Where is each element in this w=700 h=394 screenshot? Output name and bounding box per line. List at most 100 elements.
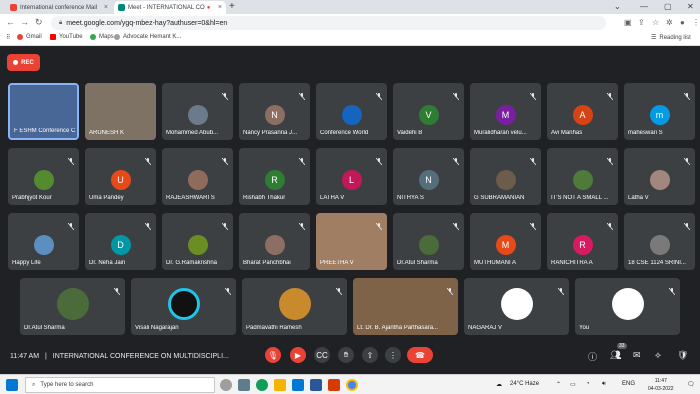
- profile-avatar[interactable]: ●: [680, 18, 685, 27]
- participant-tile[interactable]: N Nancy Prasanna J...: [239, 83, 310, 140]
- participant-tile[interactable]: M MUTHUMANI A: [470, 213, 541, 270]
- edge-icon[interactable]: [256, 379, 268, 391]
- menu-icon[interactable]: ⋮: [692, 18, 700, 27]
- mic-muted-icon: [446, 282, 454, 296]
- participant-tile[interactable]: Lt. Dr. B. Ajantha Parthasara...: [353, 278, 458, 335]
- star-icon[interactable]: ☆: [652, 18, 659, 27]
- participant-tile[interactable]: PREETHA V: [316, 213, 387, 270]
- volume-icon[interactable]: 🔊︎: [602, 381, 606, 388]
- camera-off-button[interactable]: ▶: [290, 347, 306, 363]
- tab-meet[interactable]: Meet - INTERNATIONAL CO ● ×: [114, 1, 226, 14]
- weather-icon[interactable]: ☁: [496, 381, 502, 388]
- participant-tile[interactable]: Bharat Panchbhai: [239, 213, 310, 270]
- new-tab-button[interactable]: +: [229, 2, 235, 12]
- tab-search-icon[interactable]: ⌄: [614, 2, 621, 11]
- participant-tile[interactable]: 18 CSE 1124 SRINI...: [624, 213, 695, 270]
- participant-tile[interactable]: G SUBRAMANIAN: [470, 148, 541, 205]
- task-view-icon[interactable]: [238, 379, 250, 391]
- participant-tile[interactable]: NAGARAJ V: [464, 278, 569, 335]
- meeting-details-icon[interactable]: ⓘ: [588, 350, 597, 363]
- participant-tile[interactable]: Dr. G.Ramakrishna: [162, 213, 233, 270]
- taskbar-search-box[interactable]: ⌕ Type here to search: [25, 377, 215, 393]
- file-explorer-icon[interactable]: [274, 379, 286, 391]
- participant-tile[interactable]: A Avi Manhas: [547, 83, 618, 140]
- leave-call-button[interactable]: ☎: [407, 347, 433, 363]
- participant-tile[interactable]: L LATHA V: [316, 148, 387, 205]
- participant-name: Prabhjyot Kour: [12, 195, 52, 201]
- back-icon[interactable]: ←: [6, 17, 15, 27]
- captions-button[interactable]: CC: [314, 347, 330, 363]
- participant-tile[interactable]: V Vaidehi B: [393, 83, 464, 140]
- participant-tile[interactable]: R Rishabh Thakur: [239, 148, 310, 205]
- reading-list[interactable]: ☰ Reading list: [651, 34, 691, 42]
- weather-text[interactable]: 24°C Haze: [510, 381, 539, 387]
- people-icon[interactable]: 👥︎: [610, 350, 621, 361]
- participant-name: Conference World: [320, 130, 369, 136]
- participant-tile[interactable]: Visali Nagarajan: [131, 278, 236, 335]
- avatar-photo: [56, 288, 89, 320]
- host-controls-icon[interactable]: 🛡︎: [677, 350, 688, 361]
- separator: |: [45, 353, 47, 360]
- activities-icon[interactable]: ⟡: [655, 350, 661, 361]
- close-window-button[interactable]: ✕: [687, 2, 694, 11]
- share-icon[interactable]: ⇪: [638, 18, 645, 27]
- participant-tile[interactable]: RAJEASHWARI S: [162, 148, 233, 205]
- participant-tile[interactable]: N NITHYA S: [393, 148, 464, 205]
- participant-tile[interactable]: Dr.Atul Sharma: [393, 213, 464, 270]
- participant-tile[interactable]: R RANICHITRA A: [547, 213, 618, 270]
- participant-tile[interactable]: F ESHM Conference C: [8, 83, 79, 140]
- participant-tile[interactable]: Happy Life: [8, 213, 79, 270]
- participant-tile[interactable]: D Dr. Neha Jain: [85, 213, 156, 270]
- word-icon[interactable]: [310, 379, 322, 391]
- camera-indicator-icon[interactable]: ▣: [624, 18, 632, 27]
- participant-tile[interactable]: U Uma Pandey: [85, 148, 156, 205]
- participant-tile[interactable]: Conference World: [316, 83, 387, 140]
- address-bar[interactable]: 🔒︎ meet.google.com/ygq-mbez-hay?authuser…: [51, 16, 606, 30]
- participant-tile[interactable]: ARUNESH K: [85, 83, 156, 140]
- participant-tile[interactable]: IT'S NOT A SMALL ...: [547, 148, 618, 205]
- present-button[interactable]: ⇧: [362, 347, 378, 363]
- bookmark-gmail[interactable]: Gmail: [17, 34, 42, 40]
- tab-mail[interactable]: International conference Mail ×: [6, 1, 112, 14]
- apps-icon[interactable]: ⠿: [6, 34, 10, 41]
- bookmark-youtube[interactable]: YouTube: [50, 34, 83, 40]
- reload-icon[interactable]: ↻: [35, 17, 43, 28]
- forward-icon[interactable]: →: [20, 17, 29, 27]
- participant-tile[interactable]: M Muralidharan velu...: [470, 83, 541, 140]
- maximize-button[interactable]: ▢: [664, 2, 672, 11]
- participant-tile[interactable]: Prabhjyot Kour: [8, 148, 79, 205]
- participant-tile[interactable]: You: [575, 278, 680, 335]
- language-indicator[interactable]: ENG: [622, 381, 635, 387]
- close-tab-icon[interactable]: ×: [218, 4, 222, 11]
- chat-icon[interactable]: ✉: [633, 350, 641, 361]
- participant-tile[interactable]: Padmavathi Ramesh: [242, 278, 347, 335]
- participant-tile[interactable]: m maheswari S: [624, 83, 695, 140]
- store-icon[interactable]: [292, 379, 304, 391]
- avatar-photo: [611, 288, 644, 320]
- mic-off-button[interactable]: 🎙︎: [265, 347, 281, 363]
- raise-hand-button[interactable]: ✋︎: [338, 347, 354, 363]
- participant-tile[interactable]: Latha V: [624, 148, 695, 205]
- minimize-button[interactable]: —: [640, 2, 648, 11]
- taskbar-clock[interactable]: 11:47 04-03-2022: [648, 377, 674, 393]
- lock-icon: 🔒︎: [59, 19, 63, 26]
- windows-start-icon[interactable]: [6, 379, 18, 391]
- cortana-icon[interactable]: [220, 379, 232, 391]
- office-icon[interactable]: [328, 379, 340, 391]
- tray-chevron-icon[interactable]: ⌃: [556, 381, 561, 388]
- meeting-title: INTERNATIONAL CONFERENCE ON MULTIDISCIPL…: [52, 353, 229, 360]
- extensions-icon[interactable]: ✲: [666, 18, 673, 27]
- network-icon[interactable]: ◔: [586, 381, 590, 387]
- avatar-photo: [341, 105, 362, 125]
- close-tab-icon[interactable]: ×: [104, 4, 108, 11]
- meeting-details[interactable]: 11:47 AM | INTERNATIONAL CONFERENCE ON M…: [10, 353, 229, 360]
- bookmark-maps[interactable]: Maps: [90, 34, 114, 40]
- participant-tile[interactable]: Dr.Atul Sharma: [20, 278, 125, 335]
- chrome-icon[interactable]: [346, 379, 358, 391]
- participant-name: Dr.Atul Sharma: [24, 325, 65, 331]
- notifications-icon[interactable]: 🗨︎: [687, 381, 695, 388]
- participant-tile[interactable]: Mohammed Abub...: [162, 83, 233, 140]
- more-options-button[interactable]: ⋮: [385, 347, 401, 363]
- bookmark-advocate[interactable]: Advocate Hemant K...: [114, 34, 181, 40]
- battery-icon[interactable]: ▭: [570, 381, 576, 388]
